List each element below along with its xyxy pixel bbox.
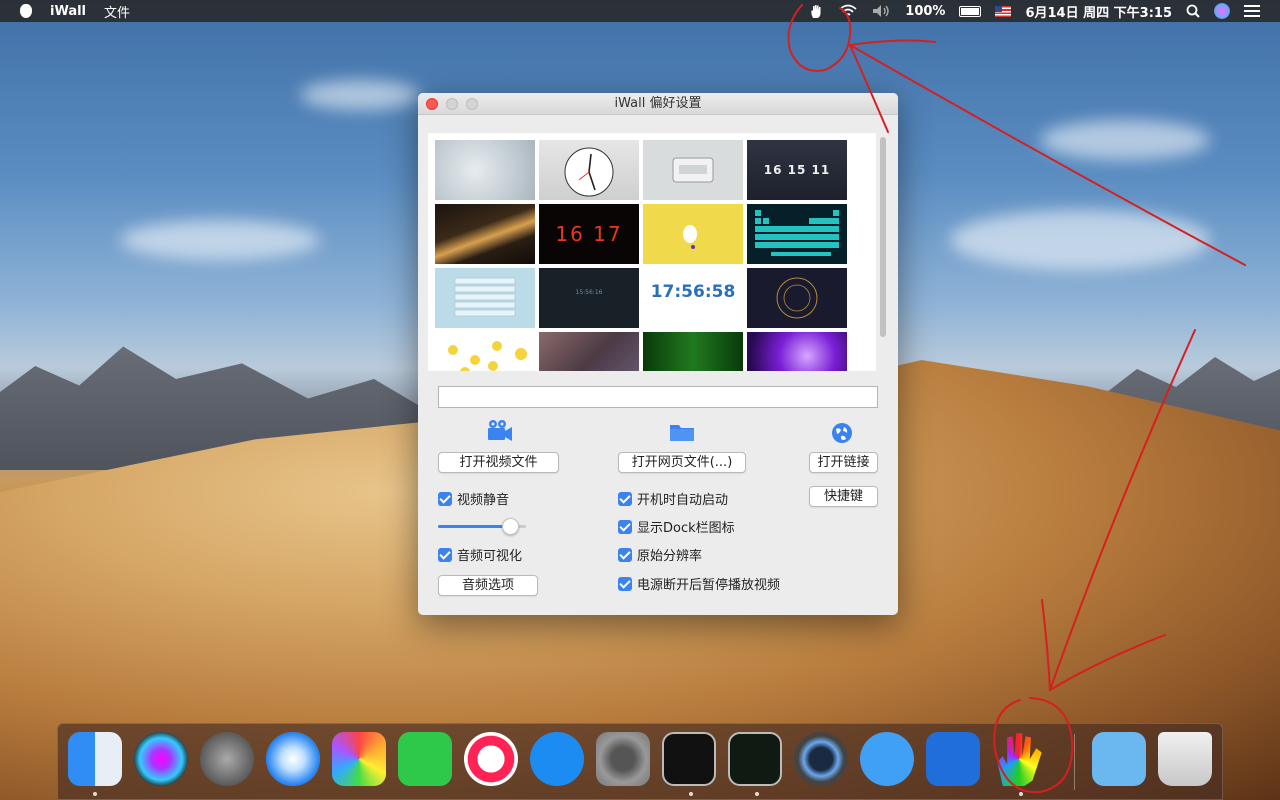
- battery-icon[interactable]: [959, 5, 982, 17]
- autostart-checkbox[interactable]: 开机时自动启动: [618, 489, 728, 508]
- gallery-scrollbar[interactable]: [878, 133, 888, 371]
- pause-on-unplug-label: 电源断开后暂停播放视频: [637, 578, 781, 593]
- checkbox-checked-icon: [618, 519, 632, 534]
- checkbox-checked-icon: [438, 491, 452, 506]
- wallpaper-gallery: 16 15 11 16 17 16: [428, 133, 876, 371]
- spotlight-search-icon[interactable]: [1186, 4, 1200, 18]
- finder-running-dot: [93, 792, 97, 796]
- minimize-button[interactable]: [446, 98, 458, 110]
- wallpaper-thumb-zodiac[interactable]: [747, 268, 847, 328]
- file-menu[interactable]: 文件: [104, 2, 130, 21]
- wallpaper-thumb-analog-clock[interactable]: [539, 140, 639, 200]
- wallpaper-thumb-alarm-clock[interactable]: [643, 140, 743, 200]
- activity-monitor-icon[interactable]: [728, 732, 782, 786]
- native-resolution-checkbox[interactable]: 原始分辨率: [618, 545, 702, 564]
- system-preferences-icon[interactable]: [596, 732, 650, 786]
- iwall-running-dot: [1019, 792, 1023, 796]
- open-video-file-button[interactable]: 打开视频文件: [438, 452, 559, 473]
- mute-video-label: 视频静音: [457, 493, 510, 508]
- trash-icon[interactable]: [1158, 732, 1212, 786]
- wallpaper-thumb-emoji[interactable]: [435, 332, 535, 371]
- terminal-running-dot: [689, 792, 693, 796]
- menu-bar: iWall 文件 100% 6月14日 周四 下午3:15: [0, 0, 1280, 22]
- url-input[interactable]: [438, 386, 878, 408]
- iwall-hand-icon[interactable]: [997, 733, 1042, 786]
- siri-icon[interactable]: [134, 732, 188, 786]
- autostart-label: 开机时自动启动: [637, 493, 729, 508]
- show-dock-icon-checkbox[interactable]: 显示Dock栏图标: [618, 517, 735, 536]
- window-titlebar: iWall 偏好设置: [418, 93, 898, 115]
- wallpaper-thumb-digital-time[interactable]: 17:56:58: [643, 268, 743, 328]
- downloads-folder-icon[interactable]: [1092, 732, 1146, 786]
- audio-options-button[interactable]: 音频选项: [438, 575, 538, 596]
- input-source-flag-icon[interactable]: [995, 5, 1012, 17]
- app-store-icon[interactable]: [530, 732, 584, 786]
- terminal-icon[interactable]: [662, 732, 716, 786]
- pause-on-unplug-checkbox[interactable]: 电源断开后暂停播放视频: [618, 574, 780, 593]
- preferences-window: iWall 偏好设置 16 15 11 16 17 16: [418, 93, 898, 615]
- window-title: iWall 偏好设置: [614, 96, 702, 111]
- wallpaper-thumb-purple-galaxy[interactable]: [747, 332, 847, 371]
- photos-icon[interactable]: [332, 732, 386, 786]
- audio-visualize-label: 音频可视化: [457, 549, 523, 564]
- iwall-hand-status-icon[interactable]: [809, 3, 825, 19]
- messages-icon[interactable]: [860, 732, 914, 786]
- shortcut-button[interactable]: 快捷键: [809, 486, 878, 507]
- audio-visualize-checkbox[interactable]: 音频可视化: [438, 545, 522, 564]
- siri-menu-icon[interactable]: [1214, 3, 1230, 19]
- globe-icon: [832, 423, 852, 443]
- xcode-icon[interactable]: [926, 732, 980, 786]
- facetime-icon[interactable]: [398, 732, 452, 786]
- wallpaper-thumb-nixie[interactable]: 16 17 16: [539, 204, 639, 306]
- close-button[interactable]: [426, 98, 438, 110]
- mute-video-checkbox[interactable]: 视频静音: [438, 489, 509, 508]
- wallpaper-thumb-yellow-bird[interactable]: [643, 204, 743, 264]
- wallpaper-thumb-light-trails[interactable]: [435, 204, 535, 264]
- volume-slider[interactable]: [438, 517, 530, 537]
- volume-slider-fill: [438, 525, 511, 528]
- menu-clock[interactable]: 6月14日 周四 下午3:15: [1025, 2, 1172, 21]
- open-link-button[interactable]: 打开链接: [809, 452, 878, 473]
- itunes-icon[interactable]: [464, 732, 518, 786]
- wallpaper-thumb-periodic-table[interactable]: [747, 204, 847, 264]
- annotation-line-top: [849, 39, 936, 46]
- video-camera-icon: [488, 420, 512, 441]
- dock: [57, 723, 1223, 800]
- native-resolution-label: 原始分辨率: [637, 549, 703, 564]
- battery-percent: 100%: [905, 3, 946, 19]
- folder-icon: [670, 425, 694, 441]
- show-dock-icon-label: 显示Dock栏图标: [637, 521, 735, 536]
- notification-center-icon[interactable]: [1244, 5, 1260, 17]
- volume-icon[interactable]: [871, 4, 891, 18]
- gallery-scroll-thumb[interactable]: [880, 137, 886, 337]
- checkbox-checked-icon: [618, 576, 632, 591]
- zoom-button[interactable]: [466, 98, 478, 110]
- app-menu[interactable]: iWall: [50, 4, 86, 19]
- dock-separator: [1074, 734, 1075, 790]
- wallpaper-thumb-city-night[interactable]: [539, 332, 639, 371]
- activity-monitor-running-dot: [755, 792, 759, 796]
- open-web-file-button[interactable]: 打开网页文件(...): [618, 452, 746, 473]
- volume-slider-knob[interactable]: [501, 518, 519, 535]
- wallpaper-thumb-flip-clock[interactable]: 16 15 11: [747, 140, 847, 200]
- finder-icon[interactable]: [68, 732, 122, 786]
- checkbox-checked-icon: [438, 547, 452, 562]
- wallpaper-thumb-clouds[interactable]: [435, 140, 535, 200]
- safari-icon[interactable]: [266, 732, 320, 786]
- quicktime-player-icon[interactable]: [794, 732, 848, 786]
- wallpaper-thumb-matrix[interactable]: [643, 332, 743, 371]
- checkbox-checked-icon: [618, 547, 632, 562]
- wallpaper-thumb-dark-clock[interactable]: 15:56:16: [539, 268, 639, 328]
- wallpaper-thumb-calendar-grid[interactable]: [435, 268, 535, 328]
- launchpad-icon[interactable]: [200, 732, 254, 786]
- checkbox-checked-icon: [618, 491, 632, 506]
- apple-menu-icon[interactable]: [20, 4, 32, 18]
- wifi-icon[interactable]: [839, 4, 857, 18]
